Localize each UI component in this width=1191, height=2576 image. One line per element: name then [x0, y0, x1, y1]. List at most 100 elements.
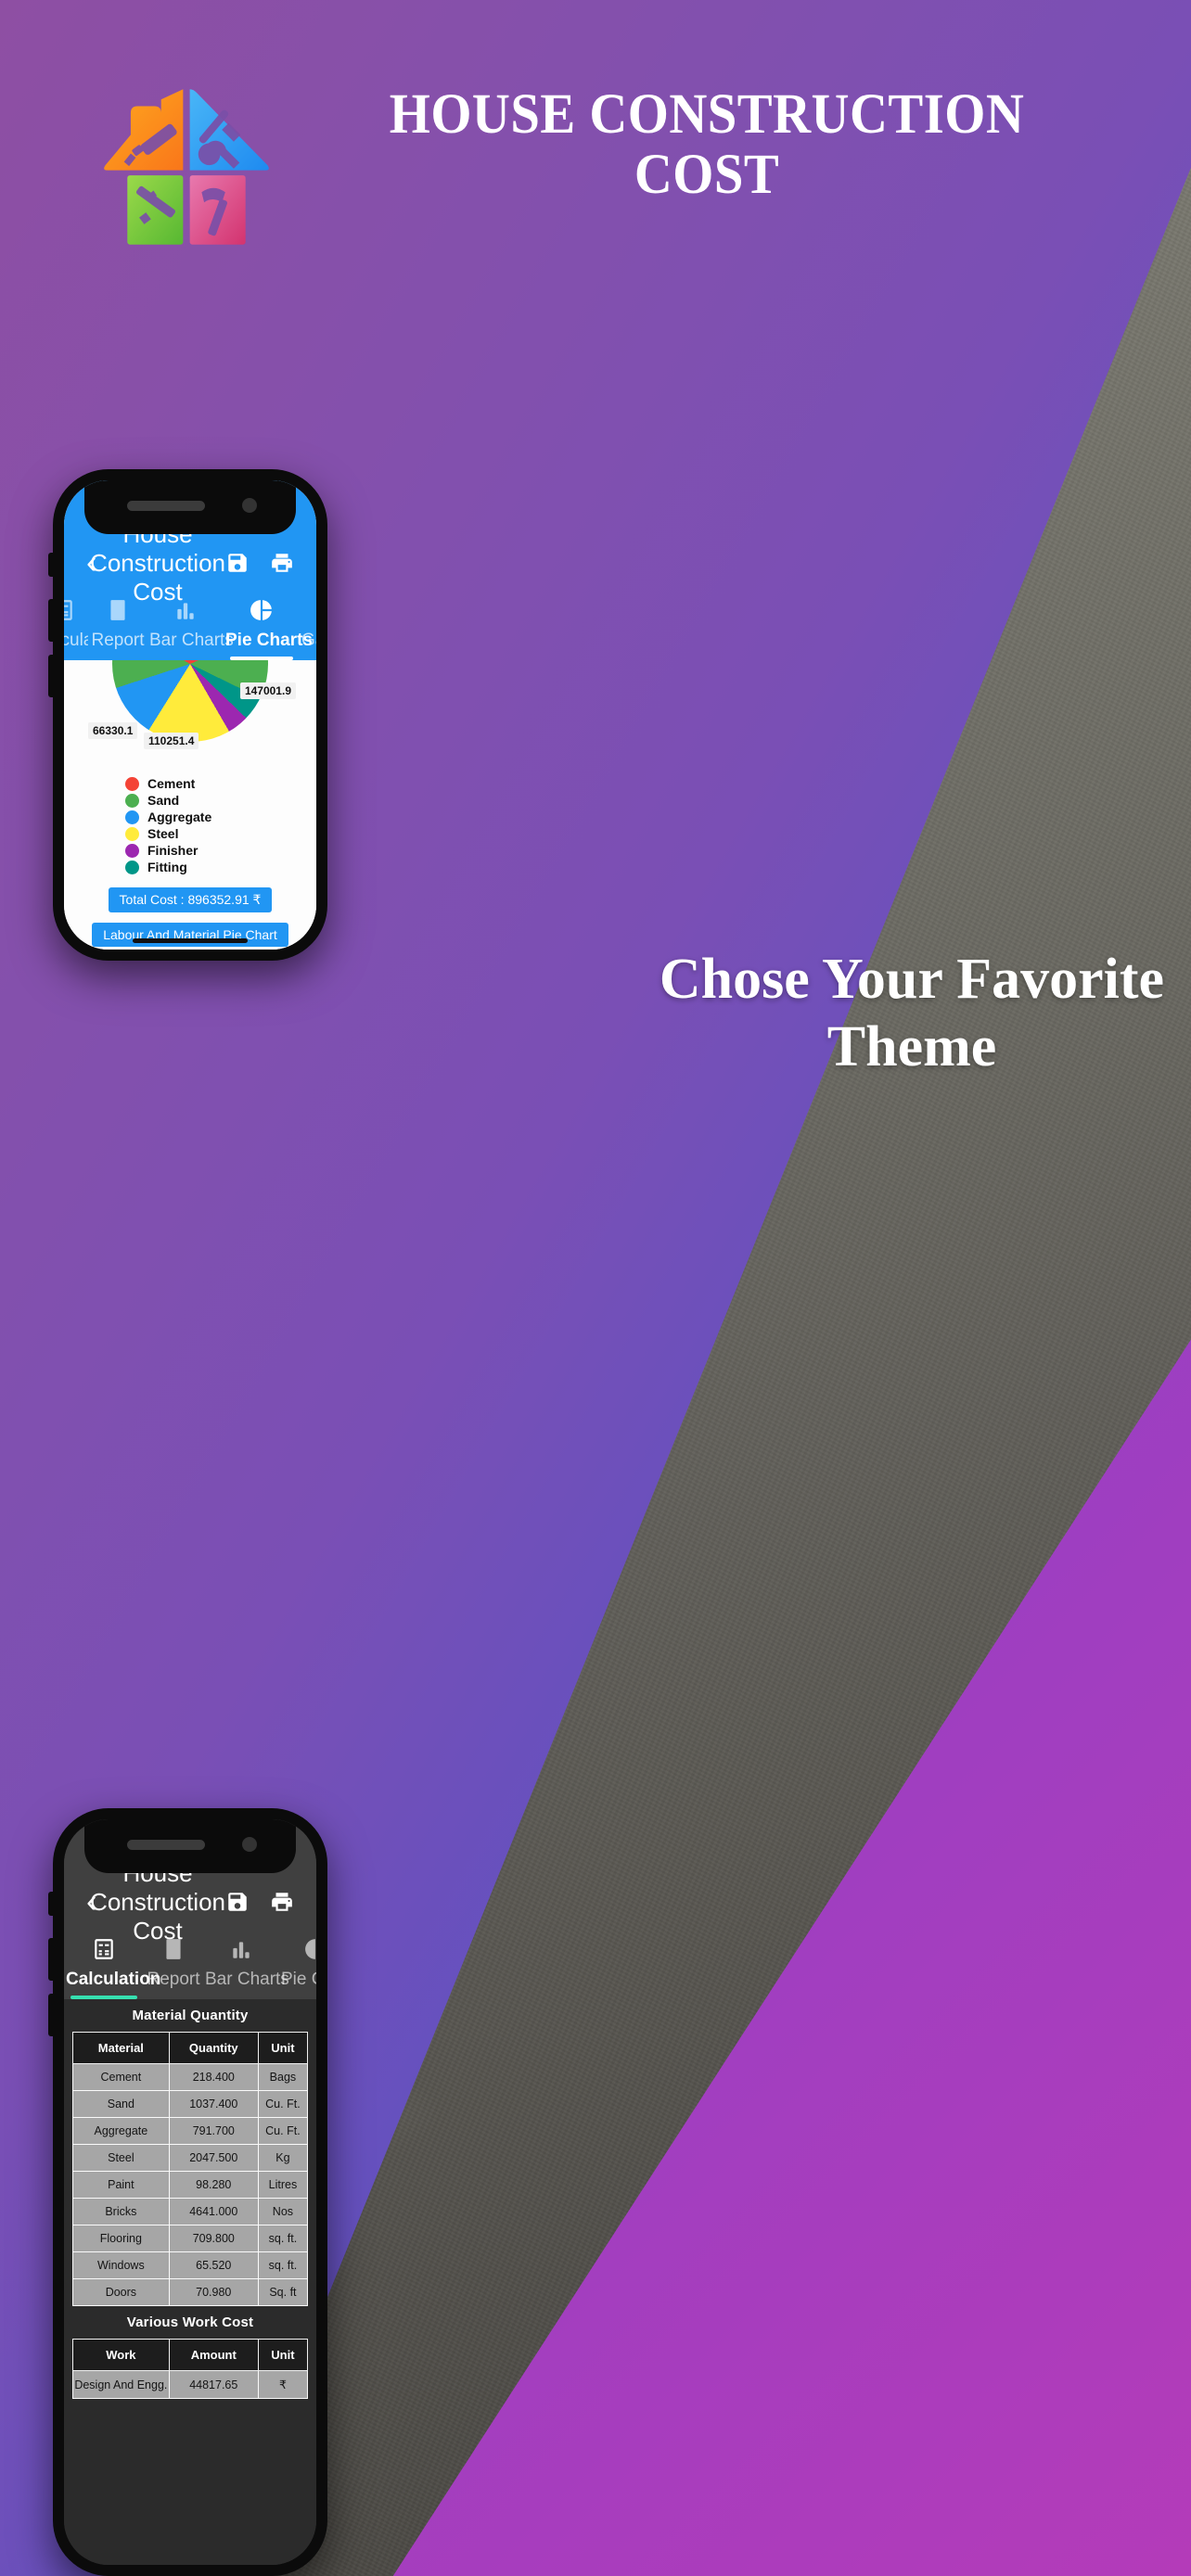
calculator-icon — [64, 596, 86, 624]
legend-label: Aggregate — [147, 810, 212, 824]
phone2-content[interactable]: Material Quantity Material Quantity Unit… — [64, 1999, 316, 2565]
tab-label: Report — [147, 1970, 200, 1989]
legend-item: Cement — [125, 776, 316, 791]
pie-value-label: 147001.9 — [239, 682, 296, 699]
report-icon — [146, 1935, 201, 1963]
tab-label: Report — [91, 631, 145, 650]
table-cell: Nos — [257, 2198, 309, 2225]
legend-item: Fitting — [125, 860, 316, 874]
legend-item: Sand — [125, 793, 316, 808]
column-header: Unit — [257, 2032, 309, 2064]
legend-color-swatch — [125, 843, 139, 858]
column-header: Work — [72, 2339, 170, 2371]
labour-material-section-badge: Labour And Material Pie Chart — [92, 923, 288, 947]
total-cost-badge: Total Cost : 896352.91 ₹ — [108, 887, 273, 912]
table-row: Aggregate 791.700 Cu. Ft. — [72, 2117, 309, 2145]
table-cell: Cu. Ft. — [257, 2117, 309, 2145]
legend-label: Finisher — [147, 843, 198, 858]
print-icon[interactable] — [270, 551, 294, 575]
material-quantity-section-title: Material Quantity — [64, 1999, 316, 2032]
legend-color-swatch — [125, 860, 139, 874]
phone1-mute-switch — [48, 553, 54, 577]
various-work-cost-table: Work Amount Unit Design And Engg. 44817.6… — [72, 2339, 309, 2399]
pie-value-label: 110251.4 — [144, 733, 199, 749]
phone-mockup-dark-theme: 6:08 ‹ House Construction Cost — [48, 1808, 327, 2576]
tab-active-indicator — [70, 1996, 138, 1999]
tab-pie-charts[interactable]: Pie Charts — [279, 1935, 316, 1999]
phone1-volume-up-button — [48, 599, 54, 642]
save-icon[interactable] — [225, 551, 250, 575]
phone2-notch — [84, 1819, 296, 1873]
tab-report[interactable]: Report — [144, 1935, 203, 1999]
save-icon[interactable] — [225, 1890, 250, 1914]
phone1-notch — [84, 480, 296, 534]
table-cell: 98.280 — [168, 2171, 259, 2199]
table-cell: 70.980 — [168, 2278, 259, 2306]
column-header: Amount — [168, 2339, 259, 2371]
various-work-cost-section-title: Various Work Cost — [64, 2306, 316, 2339]
front-camera — [242, 498, 257, 513]
tab-label: Bar Charts — [149, 631, 234, 650]
material-quantity-table: Material Quantity Unit Cement 218.400 Bags… — [72, 2032, 309, 2306]
promo-header: HOUSE CONSTRUCTION COST — [0, 0, 1191, 278]
table-cell: Litres — [257, 2171, 309, 2199]
legend-color-swatch — [125, 826, 139, 841]
tab-calculation[interactable]: Calculation — [64, 1935, 161, 1999]
legend-color-swatch — [125, 776, 139, 791]
phone-mockup-light-theme: 6:06 ‹ House Construction Cost — [48, 469, 327, 961]
print-icon[interactable] — [270, 1890, 294, 1914]
table-cell: sq. ft. — [257, 2251, 309, 2279]
table-row: Sand 1037.400 Cu. Ft. — [72, 2090, 309, 2118]
front-camera — [242, 1837, 257, 1852]
table-row: Bricks 4641.000 Nos — [72, 2198, 309, 2225]
home-indicator[interactable] — [133, 938, 248, 943]
legend-item: Aggregate — [125, 810, 316, 824]
earpiece-speaker — [127, 1840, 205, 1850]
table-cell: 44817.65 — [168, 2370, 259, 2399]
legend-item: Steel — [125, 826, 316, 841]
table-row: Flooring 709.800 sq. ft. — [72, 2225, 309, 2252]
phone2-volume-down-button — [48, 1994, 54, 2036]
table-cell: ₹ — [257, 2370, 309, 2399]
phone1-screen: 6:06 ‹ House Construction Cost — [64, 480, 316, 950]
pie-value-label: 66330.1 — [88, 722, 138, 739]
phone2-volume-up-button — [48, 1938, 54, 1981]
promo-tagline: Chose Your Favorite Theme — [659, 948, 1165, 1079]
gantt-chart-icon — [301, 596, 316, 624]
table-row: Cement 218.400 Bags — [72, 2063, 309, 2091]
tab-label: Calculation — [66, 1970, 161, 1989]
pie-chart-icon — [225, 596, 298, 624]
column-header: Material — [72, 2032, 170, 2064]
tab-calculation[interactable]: Calculation — [64, 596, 88, 660]
tab-pie-charts[interactable]: Pie Charts — [224, 596, 313, 660]
table-cell: Aggregate — [72, 2117, 170, 2145]
phone2-mute-switch — [48, 1892, 54, 1916]
table-cell: Kg — [257, 2144, 309, 2172]
tab-bar-charts[interactable]: Bar Charts — [203, 1935, 289, 1999]
table-cell: Steel — [72, 2144, 170, 2172]
table-row: Design And Engg. 44817.65 ₹ — [72, 2370, 309, 2399]
tab-label: Pie Charts — [225, 631, 313, 650]
bar-chart-icon — [149, 596, 222, 624]
phone2-screen: 6:08 ‹ House Construction Cost — [64, 1819, 316, 2565]
report-icon — [90, 596, 146, 624]
legend-color-swatch — [125, 810, 139, 824]
table-cell: Paint — [72, 2171, 170, 2199]
tab-bar-charts[interactable]: Bar Charts — [147, 596, 234, 660]
phone1-volume-down-button — [48, 655, 54, 697]
legend-item: Finisher — [125, 843, 316, 858]
table-cell: sq. ft. — [257, 2225, 309, 2252]
tab-gantt-charts[interactable]: Gantt Charts — [300, 596, 316, 660]
material-chart-legend: Cement Sand Aggregate Steel Finisher Fit… — [64, 776, 316, 874]
phone1-content[interactable]: 147001.9 110251.4 66330.1 Cement Sand Ag… — [64, 660, 316, 950]
table-cell: 218.400 — [168, 2063, 259, 2091]
table-cell: Flooring — [72, 2225, 170, 2252]
table-row: Paint 98.280 Litres — [72, 2171, 309, 2199]
column-header: Unit — [257, 2339, 309, 2371]
phone2-app-bar: ‹ House Construction Cost — [64, 1859, 316, 1945]
table-cell: Design And Engg. — [72, 2370, 170, 2399]
table-cell: Cu. Ft. — [257, 2090, 309, 2118]
legend-label: Fitting — [147, 860, 187, 874]
tab-report[interactable]: Report — [88, 596, 147, 660]
table-cell: Doors — [72, 2278, 170, 2306]
